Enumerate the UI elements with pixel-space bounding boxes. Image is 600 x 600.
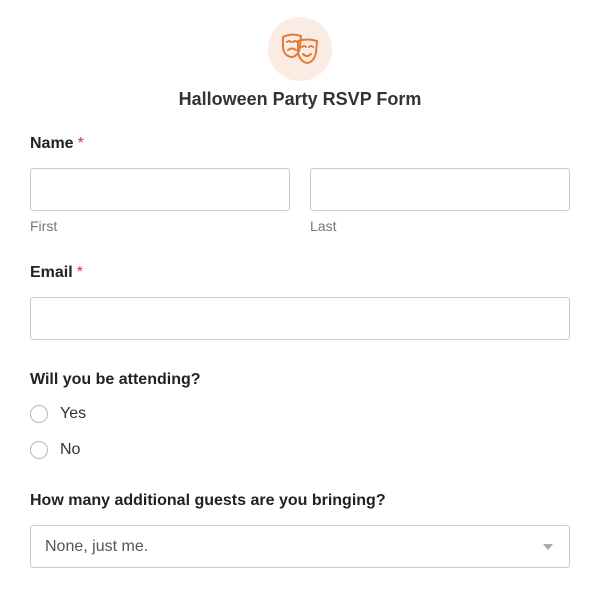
- attending-option-no[interactable]: No: [30, 440, 80, 460]
- first-name-input[interactable]: [30, 168, 290, 211]
- form-title: Halloween Party RSVP Form: [178, 89, 422, 109]
- guests-select-value: None, just me.: [45, 537, 149, 555]
- last-name-sublabel: Last: [310, 218, 337, 234]
- required-marker: *: [76, 264, 83, 281]
- attending-label: Will you be attending?: [30, 371, 201, 388]
- name-label-text: Name: [30, 135, 74, 152]
- email-label: Email *: [30, 263, 83, 283]
- guests-select[interactable]: None, just me.: [30, 525, 570, 568]
- radio-button[interactable]: [30, 405, 48, 423]
- theater-masks-icon: [282, 33, 318, 64]
- attending-option-yes[interactable]: Yes: [30, 404, 86, 424]
- chevron-down-icon: [543, 543, 553, 550]
- guests-label: How many additional guests are you bring…: [30, 492, 386, 509]
- name-label: Name *: [30, 134, 84, 154]
- radio-label: Yes: [60, 405, 87, 422]
- last-name-input[interactable]: [310, 168, 570, 211]
- email-label-text: Email: [30, 264, 73, 281]
- radio-button[interactable]: [30, 441, 48, 459]
- logo-circle: [268, 17, 332, 81]
- email-input[interactable]: [30, 297, 570, 340]
- required-marker: *: [77, 135, 84, 152]
- radio-label: No: [60, 441, 81, 458]
- first-name-sublabel: First: [30, 218, 58, 234]
